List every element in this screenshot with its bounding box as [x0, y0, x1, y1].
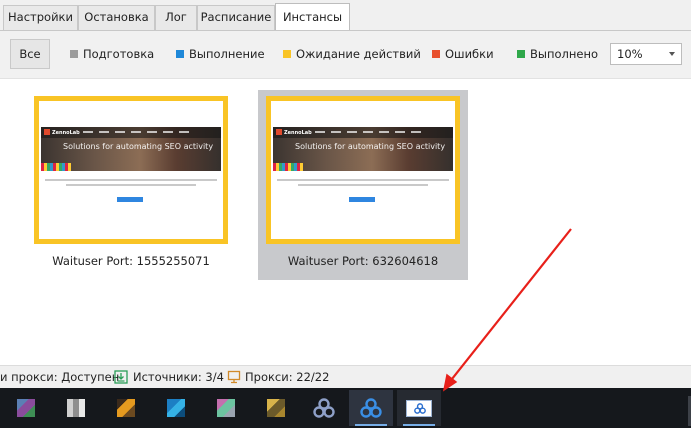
annotation-arrow [442, 228, 572, 392]
